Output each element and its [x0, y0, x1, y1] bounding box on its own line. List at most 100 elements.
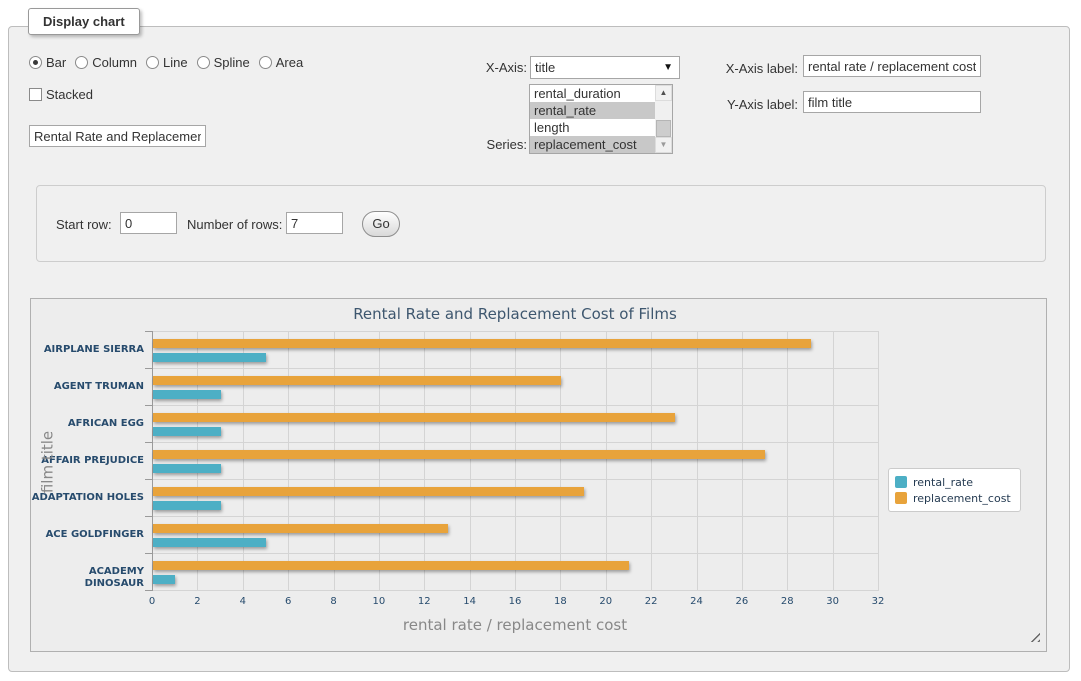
radio-label: Bar	[46, 55, 66, 70]
x-tick-label: 0	[130, 596, 174, 607]
stacked-checkbox[interactable]	[29, 88, 42, 101]
x-tick-label: 32	[856, 596, 900, 607]
chart-legend: rental_ratereplacement_cost	[888, 468, 1021, 512]
num-rows-input[interactable]	[286, 212, 343, 234]
gridline	[515, 331, 516, 590]
chart-y-axis-title: film title	[39, 333, 55, 592]
bar-rental_rate	[153, 575, 175, 584]
radio-icon[interactable]	[146, 56, 159, 69]
page: Display chart BarColumnLineSplineArea St…	[0, 0, 1081, 681]
y-axis-label-input[interactable]	[803, 91, 981, 113]
chart-title-input[interactable]	[29, 125, 206, 147]
gridline	[606, 331, 607, 590]
bar-rental_rate	[153, 353, 266, 362]
x-axis-select[interactable]: title ▼	[530, 56, 680, 79]
x-tick-label: 14	[448, 596, 492, 607]
chart-title: Rental Rate and Replacement Cost of Film…	[31, 305, 999, 323]
y-axis-tick	[145, 553, 152, 554]
chart-type-radio-area[interactable]: Area	[259, 55, 303, 70]
gridline	[152, 368, 879, 369]
gridline	[152, 516, 879, 517]
scroll-up-icon[interactable]: ▲	[655, 85, 672, 101]
x-tick-label: 6	[266, 596, 310, 607]
gridline	[152, 442, 879, 443]
gridline	[878, 331, 879, 590]
series-option-replacement_cost[interactable]: replacement_cost	[530, 136, 656, 153]
series-option-rental_duration[interactable]: rental_duration	[530, 85, 656, 102]
x-axis-select-value: title	[535, 60, 555, 75]
chart-type-radio-group: Bar Column Line Spline Area	[29, 55, 312, 70]
resize-grip-icon[interactable]	[1029, 631, 1040, 642]
y-axis-tick	[145, 405, 152, 406]
series-scrollbar[interactable]: ▲ ▼	[655, 85, 672, 153]
series-list-label: Series:	[455, 137, 527, 152]
bar-replacement_cost	[153, 339, 811, 348]
radio-icon[interactable]	[29, 56, 42, 69]
legend-item-rental_rate[interactable]: rental_rate	[895, 474, 1011, 490]
gridline	[697, 331, 698, 590]
x-tick-label: 20	[584, 596, 628, 607]
radio-icon[interactable]	[75, 56, 88, 69]
gridline	[560, 331, 561, 590]
chart-x-axis-title: rental rate / replacement cost	[152, 616, 878, 634]
start-row-input[interactable]	[120, 212, 177, 234]
series-options: rental_durationrental_ratelengthreplacem…	[530, 85, 672, 153]
num-rows-label: Number of rows:	[187, 217, 282, 232]
bar-replacement_cost	[153, 524, 448, 533]
x-tick-label: 2	[175, 596, 219, 607]
stacked-checkbox-row[interactable]: Stacked	[29, 87, 93, 102]
x-tick-label: 24	[675, 596, 719, 607]
x-tick-label: 22	[629, 596, 673, 607]
legend-swatch-icon	[895, 492, 907, 504]
gridline	[651, 331, 652, 590]
chart-type-radio-bar[interactable]: Bar	[29, 55, 66, 70]
y-axis-tick	[145, 368, 152, 369]
gridline	[334, 331, 335, 590]
series-listbox[interactable]: rental_durationrental_ratelengthreplacem…	[529, 84, 673, 154]
bar-rental_rate	[153, 427, 221, 436]
radio-label: Spline	[214, 55, 250, 70]
chart-type-radio-line[interactable]: Line	[146, 55, 188, 70]
go-button[interactable]: Go	[362, 211, 400, 237]
radio-icon[interactable]	[197, 56, 210, 69]
legend-item-replacement_cost[interactable]: replacement_cost	[895, 490, 1011, 506]
scrollbar-thumb[interactable]	[656, 120, 671, 137]
chart-type-radio-spline[interactable]: Spline	[197, 55, 250, 70]
gridline	[379, 331, 380, 590]
x-tick-label: 4	[221, 596, 265, 607]
bar-rental_rate	[153, 464, 221, 473]
y-axis-tick	[145, 516, 152, 517]
x-tick-label: 16	[493, 596, 537, 607]
x-tick-label: 8	[312, 596, 356, 607]
radio-icon[interactable]	[259, 56, 272, 69]
x-axis-label-input[interactable]	[803, 55, 981, 77]
bar-replacement_cost	[153, 487, 584, 496]
gridline	[152, 405, 879, 406]
x-tick-label: 30	[811, 596, 855, 607]
series-option-length[interactable]: length	[530, 119, 656, 136]
start-row-label: Start row:	[56, 217, 112, 232]
bar-rental_rate	[153, 390, 221, 399]
bar-replacement_cost	[153, 413, 675, 422]
scroll-down-icon[interactable]: ▼	[655, 137, 672, 153]
chevron-down-icon: ▼	[663, 57, 673, 78]
gridline	[152, 331, 879, 332]
x-tick-label: 28	[765, 596, 809, 607]
gridline	[833, 331, 834, 590]
bar-replacement_cost	[153, 376, 561, 385]
bar-replacement_cost	[153, 561, 629, 570]
chart-container: Rental Rate and Replacement Cost of Film…	[30, 298, 1047, 652]
gridline	[243, 331, 244, 590]
chart-type-radio-column[interactable]: Column	[75, 55, 137, 70]
y-axis-tick	[145, 442, 152, 443]
y-axis-line	[152, 331, 153, 591]
x-tick-label: 10	[357, 596, 401, 607]
y-axis-label-field-label: Y-Axis label:	[713, 97, 798, 112]
x-axis-select-label: X-Axis:	[455, 60, 527, 75]
series-option-rental_rate[interactable]: rental_rate	[530, 102, 656, 119]
y-axis-tick	[145, 479, 152, 480]
y-axis-tick	[145, 331, 152, 332]
gridline	[787, 331, 788, 590]
gridline	[152, 590, 879, 591]
gridline	[470, 331, 471, 590]
